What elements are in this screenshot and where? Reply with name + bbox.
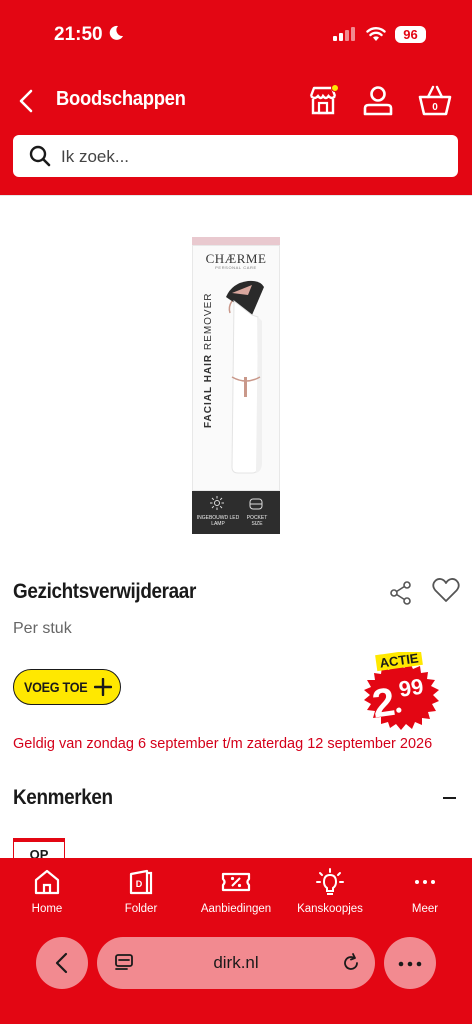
status-bar: 21:50 96	[0, 0, 472, 68]
nav-label: Meer	[411, 903, 439, 915]
back-button[interactable]	[14, 88, 40, 114]
feature-label-led: INGEBOUWD LED LAMP	[196, 515, 240, 527]
nav-label: Aanbiedingen	[200, 903, 272, 915]
lightbulb-icon	[316, 868, 344, 895]
box-feature-strip	[192, 491, 280, 534]
basket-icon[interactable]: 0	[418, 84, 452, 118]
box-product-name: FACIAL HAIR REMOVER	[203, 292, 214, 429]
price-badge-label: ACTIE	[379, 652, 420, 671]
wifi-icon	[366, 27, 386, 41]
device-illustration	[226, 280, 264, 474]
product-unit: Per stuk	[13, 620, 72, 637]
home-icon	[34, 869, 60, 895]
heart-icon[interactable]	[432, 577, 460, 603]
price-cents: 99	[397, 674, 425, 702]
led-lamp-icon	[210, 496, 224, 510]
app-header: Boodschappen 0	[0, 68, 472, 195]
collapse-icon[interactable]	[443, 797, 456, 799]
browser-back-button[interactable]	[36, 937, 88, 989]
more-dots-icon	[398, 961, 422, 967]
add-to-cart-button[interactable]: VOEG TOE	[13, 669, 121, 705]
basket-count: 0	[432, 102, 438, 113]
pocket-icon	[249, 498, 263, 510]
status-time: 21:50	[54, 24, 103, 45]
nav-label: Folder	[124, 903, 158, 915]
search-input[interactable]	[59, 135, 443, 179]
browser-toolbar: dirk.nl	[0, 930, 472, 1024]
nav-label: Kanskoopjes	[297, 903, 363, 915]
add-to-cart-label: VOEG TOE	[24, 679, 88, 695]
browser-more-button[interactable]	[384, 937, 436, 989]
search-icon	[29, 145, 51, 167]
offers-icon	[221, 872, 251, 892]
moon-icon	[109, 25, 123, 40]
share-icon[interactable]	[390, 581, 412, 605]
offer-validity: Geldig van zondag 6 september t/m zaterd…	[13, 736, 433, 752]
bottom-navigation: Home D Folder Aanbiedingen Kanskoopjes M…	[0, 858, 472, 1024]
price-badge: ACTIE 2 99	[364, 652, 439, 730]
nav-item-aanbiedingen[interactable]: Aanbiedingen	[189, 868, 283, 915]
nav-item-kanskoopjes[interactable]: Kanskoopjes	[283, 868, 377, 915]
url-text: dirk.nl	[213, 953, 259, 972]
reload-icon[interactable]	[341, 953, 361, 973]
nav-item-home[interactable]: Home	[0, 868, 94, 915]
product-title: Gezichtsverwijderaar	[13, 580, 196, 603]
search-bar[interactable]	[13, 135, 458, 179]
page-title: Boodschappen	[56, 88, 186, 110]
nav-label: Home	[31, 903, 63, 915]
header-divider	[0, 195, 472, 196]
nav-item-meer[interactable]: Meer	[378, 868, 472, 915]
account-icon[interactable]	[361, 84, 395, 118]
brand-subtitle: PERSONAL CARE	[215, 265, 257, 270]
signal-icon	[333, 27, 355, 41]
plus-icon	[94, 678, 112, 696]
svg-text:D: D	[136, 879, 143, 889]
nav-item-folder[interactable]: D Folder	[94, 868, 188, 915]
battery-indicator: 96	[395, 26, 426, 43]
feature-label-pocket: POCKET SIZE	[246, 515, 268, 527]
offer-logo: OP	[13, 838, 65, 860]
product-image: CHÆRME PERSONAL CARE FACIAL HAIR REMOVER…	[192, 237, 280, 534]
section-title-kenmerken[interactable]: Kenmerken	[13, 786, 113, 810]
chevron-left-icon	[55, 952, 68, 974]
store-icon[interactable]	[306, 84, 340, 118]
url-bar[interactable]: dirk.nl	[97, 937, 375, 989]
folder-icon: D	[129, 869, 153, 895]
more-icon	[415, 880, 435, 884]
